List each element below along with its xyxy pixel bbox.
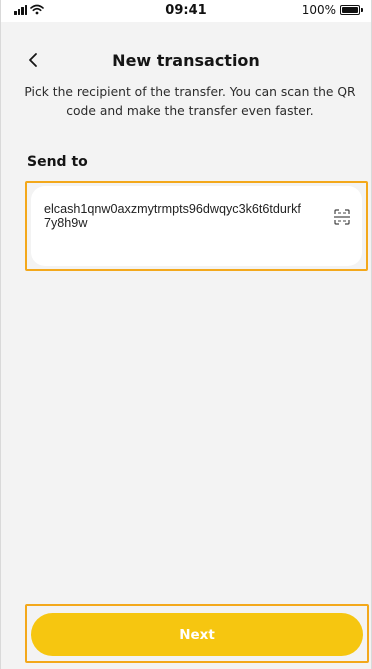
status-bar: 09:41 100% — [1, 0, 371, 22]
next-button[interactable]: Next — [31, 613, 363, 656]
battery-percentage: 100% — [301, 3, 336, 17]
battery-status: 100% — [302, 3, 363, 17]
battery-tip — [361, 8, 363, 12]
qr-scan-icon — [334, 209, 350, 225]
recipient-address-value[interactable]: elcash1qnw0axzmytrmpts96dwqyc3k6t6tdurkf… — [44, 202, 306, 230]
send-to-label: Send to — [27, 154, 88, 170]
battery-icon — [340, 5, 360, 15]
page-subtitle: Pick the recipient of the transfer. You … — [24, 85, 356, 118]
scan-qr-button[interactable] — [332, 207, 352, 227]
app-screen: 09:41 100% New transaction Pick the reci… — [0, 0, 372, 669]
recipient-address-field[interactable]: elcash1qnw0axzmytrmpts96dwqyc3k6t6tdurkf… — [31, 186, 362, 266]
page-title: New transaction — [112, 51, 260, 70]
